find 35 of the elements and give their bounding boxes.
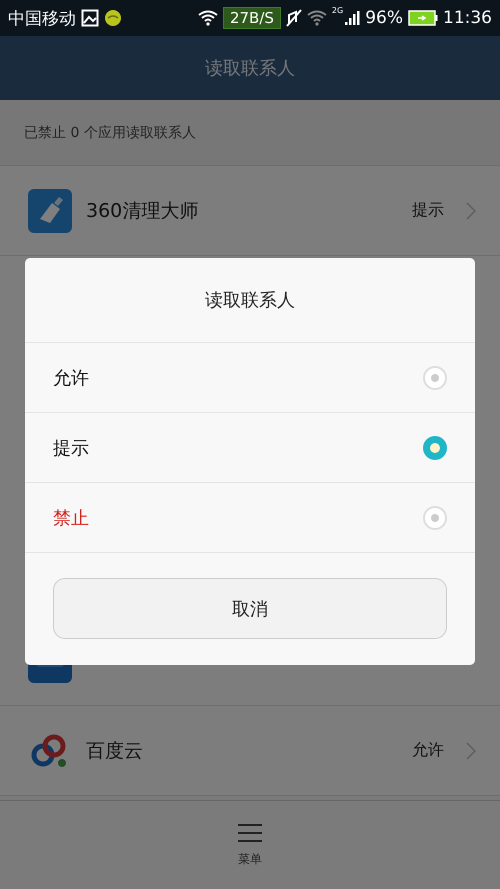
chevron-right-icon	[466, 742, 476, 760]
image-icon	[81, 9, 99, 27]
clock: 11:36	[443, 8, 492, 28]
permission-value: 提示	[412, 200, 444, 221]
wifi-icon	[306, 10, 327, 26]
option-row[interactable]: 禁止	[25, 483, 475, 553]
app-row[interactable]: 360清理大师 提示	[0, 166, 500, 256]
app-name: 百度云	[86, 738, 143, 764]
option-label: 允许	[53, 366, 89, 390]
wifi-icon	[198, 10, 218, 26]
signal-icon	[344, 10, 360, 26]
battery-icon	[408, 10, 438, 26]
menu-icon	[237, 822, 263, 842]
broom-icon	[28, 188, 72, 232]
battery-percent: 96%	[365, 8, 403, 28]
option-label: 提示	[53, 436, 89, 460]
carrier-name: 中国移动	[8, 8, 76, 30]
option-row[interactable]: 允许	[25, 343, 475, 413]
ball-icon	[104, 9, 122, 27]
option-label: 禁止	[53, 506, 89, 530]
menu-label: 菜单	[238, 850, 262, 868]
radio-button[interactable]	[423, 436, 447, 460]
mute-icon	[286, 9, 302, 27]
app-name: 360清理大师	[86, 198, 198, 224]
summary-text: 已禁止 0 个应用读取联系人	[24, 124, 196, 142]
network-type: 2G	[332, 6, 344, 15]
app-row[interactable]: 百度云 允许	[0, 706, 500, 796]
speed-indicator: 27B/S	[222, 7, 281, 29]
permission-value: 允许	[412, 740, 444, 761]
chevron-right-icon	[466, 202, 476, 220]
menu-button[interactable]: 菜单	[237, 822, 263, 868]
dialog-title: 读取联系人	[25, 258, 475, 343]
page-title: 读取联系人	[205, 57, 295, 80]
cancel-button[interactable]: 取消	[53, 578, 447, 639]
option-row[interactable]: 提示	[25, 413, 475, 483]
